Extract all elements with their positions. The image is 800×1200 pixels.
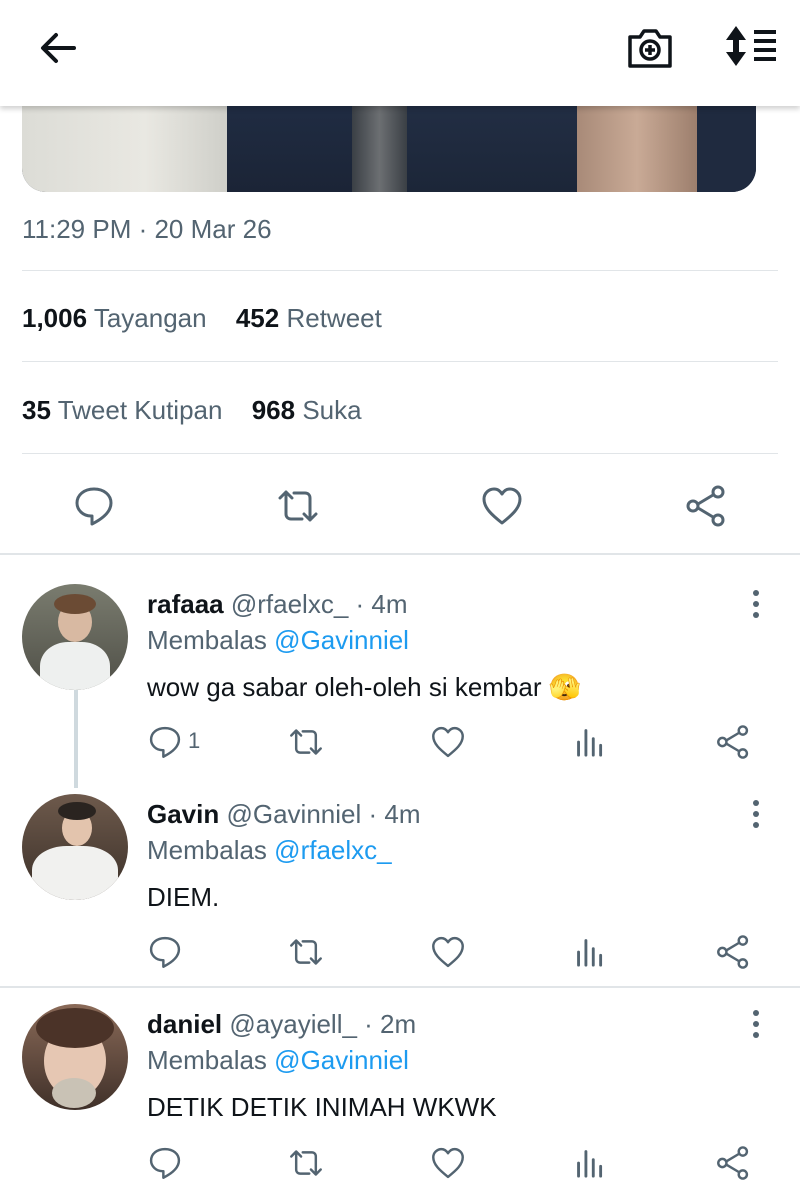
- section-divider: [0, 986, 800, 988]
- reply-count: 1: [188, 728, 201, 753]
- retweet-icon: [278, 490, 318, 522]
- analytics-icon: [577, 1150, 603, 1178]
- reply-time: · 4m: [368, 799, 421, 829]
- replying-to: Membalas @Gavinniel: [147, 1045, 409, 1075]
- more-options-button[interactable]: [746, 800, 766, 830]
- reply-button[interactable]: [72, 484, 116, 528]
- retweet-button[interactable]: [288, 1145, 324, 1181]
- reply-icon: [75, 487, 113, 526]
- retweets-stat[interactable]: 452 Retweet: [236, 303, 382, 333]
- like-icon: [432, 726, 464, 758]
- retweet-icon: [290, 729, 322, 755]
- quotes-stat[interactable]: 35 Tweet Kutipan: [22, 395, 222, 425]
- analytics-button[interactable]: [572, 724, 608, 760]
- like-button[interactable]: [480, 484, 524, 528]
- retweet-button[interactable]: [288, 724, 324, 760]
- analytics-button[interactable]: [572, 934, 608, 970]
- share-button[interactable]: [715, 724, 751, 760]
- reply-header: Gavin @Gavinniel · 4m: [147, 799, 421, 830]
- reply-handle[interactable]: @ayayiell_: [229, 1009, 357, 1039]
- analytics-button[interactable]: [572, 1145, 608, 1181]
- retweet-icon: [290, 1150, 322, 1176]
- share-button[interactable]: [715, 1145, 751, 1181]
- sort-icon: [726, 26, 776, 66]
- mention-link[interactable]: @Gavinniel: [274, 1045, 409, 1075]
- retweet-icon: [290, 939, 322, 965]
- like-button[interactable]: [430, 724, 466, 760]
- replying-to: Membalas @Gavinniel: [147, 625, 409, 655]
- likes-stat[interactable]: 968 Suka: [252, 395, 362, 425]
- reply-author-name[interactable]: Gavin: [147, 799, 219, 829]
- top-bar: [0, 0, 800, 106]
- more-options-button[interactable]: [746, 1010, 766, 1040]
- reply-icon: [149, 936, 181, 968]
- camera-button[interactable]: [626, 26, 674, 70]
- like-button[interactable]: [430, 934, 466, 970]
- like-icon: [432, 1147, 464, 1179]
- analytics-icon: [577, 939, 603, 967]
- divider: [22, 361, 778, 362]
- reply-button[interactable]: [147, 1145, 183, 1181]
- share-icon: [686, 485, 725, 527]
- like-icon: [482, 487, 522, 525]
- divider: [22, 453, 778, 454]
- reply-action-bar: 1: [0, 724, 800, 768]
- reply-icon: [149, 726, 181, 758]
- reply-author-name[interactable]: daniel: [147, 1009, 222, 1039]
- reply-text: DIEM.: [147, 882, 220, 912]
- share-button[interactable]: [715, 934, 751, 970]
- share-icon: [717, 935, 749, 969]
- reply-text: wow ga sabar oleh-oleh si kembar 🫣: [147, 672, 582, 702]
- reply-icon: [149, 1147, 181, 1179]
- more-options-button[interactable]: [746, 590, 766, 620]
- sort-button[interactable]: [720, 24, 780, 68]
- reply-header: daniel @ayayiell_ · 2m: [147, 1009, 416, 1040]
- retweet-button[interactable]: [288, 934, 324, 970]
- avatar[interactable]: [22, 794, 128, 900]
- arrow-left-icon: [41, 33, 76, 63]
- reply-header: rafaaa @rfaelxc_ · 4m: [147, 589, 408, 620]
- reply-time: · 2m: [364, 1009, 417, 1039]
- views-stat[interactable]: 1,006 Tayangan: [22, 303, 207, 333]
- tweet-action-bar: [0, 470, 800, 542]
- stats-row-2: 35 Tweet Kutipan 968 Suka: [22, 395, 362, 426]
- reply-author-name[interactable]: rafaaa: [147, 589, 224, 619]
- tweet-timestamp: 11:29 PM · 20 Mar 26: [22, 214, 272, 244]
- stats-row-1: 1,006 Tayangan 452 Retweet: [22, 303, 382, 334]
- mention-link[interactable]: @Gavinniel: [274, 625, 409, 655]
- back-button[interactable]: [36, 26, 80, 70]
- section-divider: [0, 553, 800, 555]
- avatar[interactable]: [22, 584, 128, 690]
- divider: [22, 270, 778, 271]
- reply-text: DETIK DETIK INIMAH WKWK: [147, 1092, 497, 1122]
- retweet-button[interactable]: [276, 484, 320, 528]
- reply-button[interactable]: [147, 724, 183, 760]
- like-button[interactable]: [430, 1145, 466, 1181]
- like-icon: [432, 936, 464, 968]
- mention-link[interactable]: @rfaelxc_: [274, 835, 391, 865]
- reply-action-bar: [0, 934, 800, 978]
- replying-to: Membalas @rfaelxc_: [147, 835, 392, 865]
- share-icon: [717, 725, 749, 759]
- reply-button[interactable]: [147, 934, 183, 970]
- analytics-icon: [577, 729, 603, 757]
- share-icon: [717, 1146, 749, 1180]
- share-button[interactable]: [684, 484, 728, 528]
- reply-action-bar: [0, 1145, 800, 1189]
- reply-handle[interactable]: @Gavinniel: [226, 799, 361, 829]
- camera-plus-icon: [628, 29, 672, 68]
- avatar[interactable]: [22, 1004, 128, 1110]
- reply-handle[interactable]: @rfaelxc_: [231, 589, 348, 619]
- reply-time: · 4m: [355, 589, 408, 619]
